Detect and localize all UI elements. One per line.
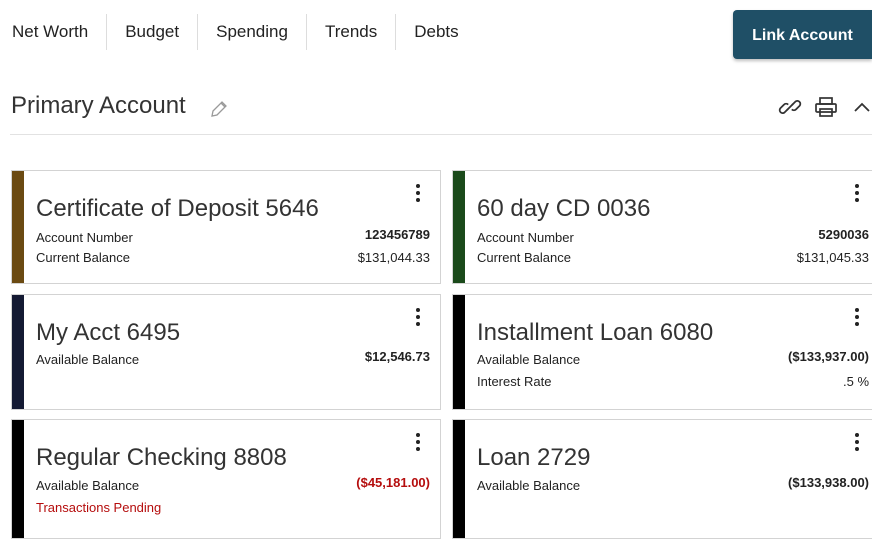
section-title: Primary Account <box>11 92 186 119</box>
account-color-stripe <box>12 420 24 538</box>
kebab-menu-icon[interactable] <box>845 305 869 335</box>
account-row: Account Number 5290036 <box>477 227 869 247</box>
account-color-stripe <box>453 171 465 283</box>
tab-net-worth[interactable]: Net Worth <box>0 14 106 50</box>
tab-budget[interactable]: Budget <box>106 14 197 50</box>
section-divider <box>10 134 872 135</box>
row-label: Current Balance <box>36 250 130 265</box>
account-name: Certificate of Deposit 5646 <box>36 195 319 222</box>
transactions-pending-label: Transactions Pending <box>36 500 162 515</box>
account-card-loan-2729[interactable]: Loan 2729 Available Balance ($133,938.00… <box>452 419 872 539</box>
kebab-menu-icon[interactable] <box>406 181 430 211</box>
row-value: 123456789 <box>364 227 430 242</box>
account-row: Current Balance $131,044.33 <box>36 247 430 267</box>
account-row: Current Balance $131,045.33 <box>477 247 869 267</box>
account-card-cd-0036[interactable]: 60 day CD 0036 Account Number 5290036 Cu… <box>452 170 872 284</box>
row-label: Available Balance <box>36 352 140 367</box>
row-label: Available Balance <box>477 352 581 367</box>
row-label: Account Number <box>477 230 574 245</box>
account-name: Regular Checking 8808 <box>36 444 287 471</box>
account-row: Interest Rate .5 % <box>477 371 869 391</box>
account-card-acct-6495[interactable]: My Acct 6495 Available Balance $12,546.7… <box>11 294 441 410</box>
section-toolbar <box>778 95 872 119</box>
row-value: ($45,181.00) <box>356 475 430 490</box>
row-label: Available Balance <box>477 478 581 493</box>
account-card-checking-8808[interactable]: Regular Checking 8808 Available Balance … <box>11 419 441 539</box>
account-row: Account Number 123456789 <box>36 227 430 247</box>
account-row: Available Balance ($133,938.00) <box>477 475 869 495</box>
row-label: Available Balance <box>36 478 140 493</box>
link-icon[interactable] <box>778 95 802 119</box>
account-name: Installment Loan 6080 <box>477 319 714 346</box>
kebab-menu-icon[interactable] <box>845 181 869 211</box>
row-label: Account Number <box>36 230 133 245</box>
pencil-icon[interactable] <box>208 98 230 120</box>
row-label: Interest Rate <box>477 374 552 389</box>
row-value: ($133,937.00) <box>788 349 869 364</box>
account-card-loan-6080[interactable]: Installment Loan 6080 Available Balance … <box>452 294 872 410</box>
row-value: $131,044.33 <box>357 250 430 265</box>
account-row: Transactions Pending <box>36 497 430 517</box>
row-label: Current Balance <box>477 250 571 265</box>
kebab-menu-icon[interactable] <box>406 305 430 335</box>
link-account-button[interactable]: Link Account <box>733 10 872 59</box>
tab-debts[interactable]: Debts <box>395 14 476 50</box>
row-value: $12,546.73 <box>364 349 430 364</box>
account-color-stripe <box>12 295 24 409</box>
printer-icon[interactable] <box>814 95 838 119</box>
account-name: 60 day CD 0036 <box>477 195 651 222</box>
account-name: Loan 2729 <box>477 444 591 471</box>
account-card-cd-5646[interactable]: Certificate of Deposit 5646 Account Numb… <box>11 170 441 284</box>
account-row: Available Balance ($133,937.00) <box>477 349 869 369</box>
tab-trends[interactable]: Trends <box>305 14 395 50</box>
kebab-menu-icon[interactable] <box>406 430 430 460</box>
row-value: .5 % <box>842 374 869 389</box>
account-name: My Acct 6495 <box>36 319 181 346</box>
row-value: ($133,938.00) <box>788 475 869 490</box>
tab-spending[interactable]: Spending <box>197 14 306 50</box>
row-value: 5290036 <box>818 227 869 242</box>
account-color-stripe <box>453 295 465 409</box>
account-row: Available Balance ($45,181.00) <box>36 475 430 495</box>
account-color-stripe <box>12 171 24 283</box>
top-nav: Net Worth Budget Spending Trends Debts <box>0 12 477 52</box>
account-row: Available Balance $12,546.73 <box>36 349 430 369</box>
account-color-stripe <box>453 420 465 538</box>
kebab-menu-icon[interactable] <box>845 430 869 460</box>
chevron-up-icon[interactable] <box>850 95 872 119</box>
row-value: $131,045.33 <box>796 250 869 265</box>
